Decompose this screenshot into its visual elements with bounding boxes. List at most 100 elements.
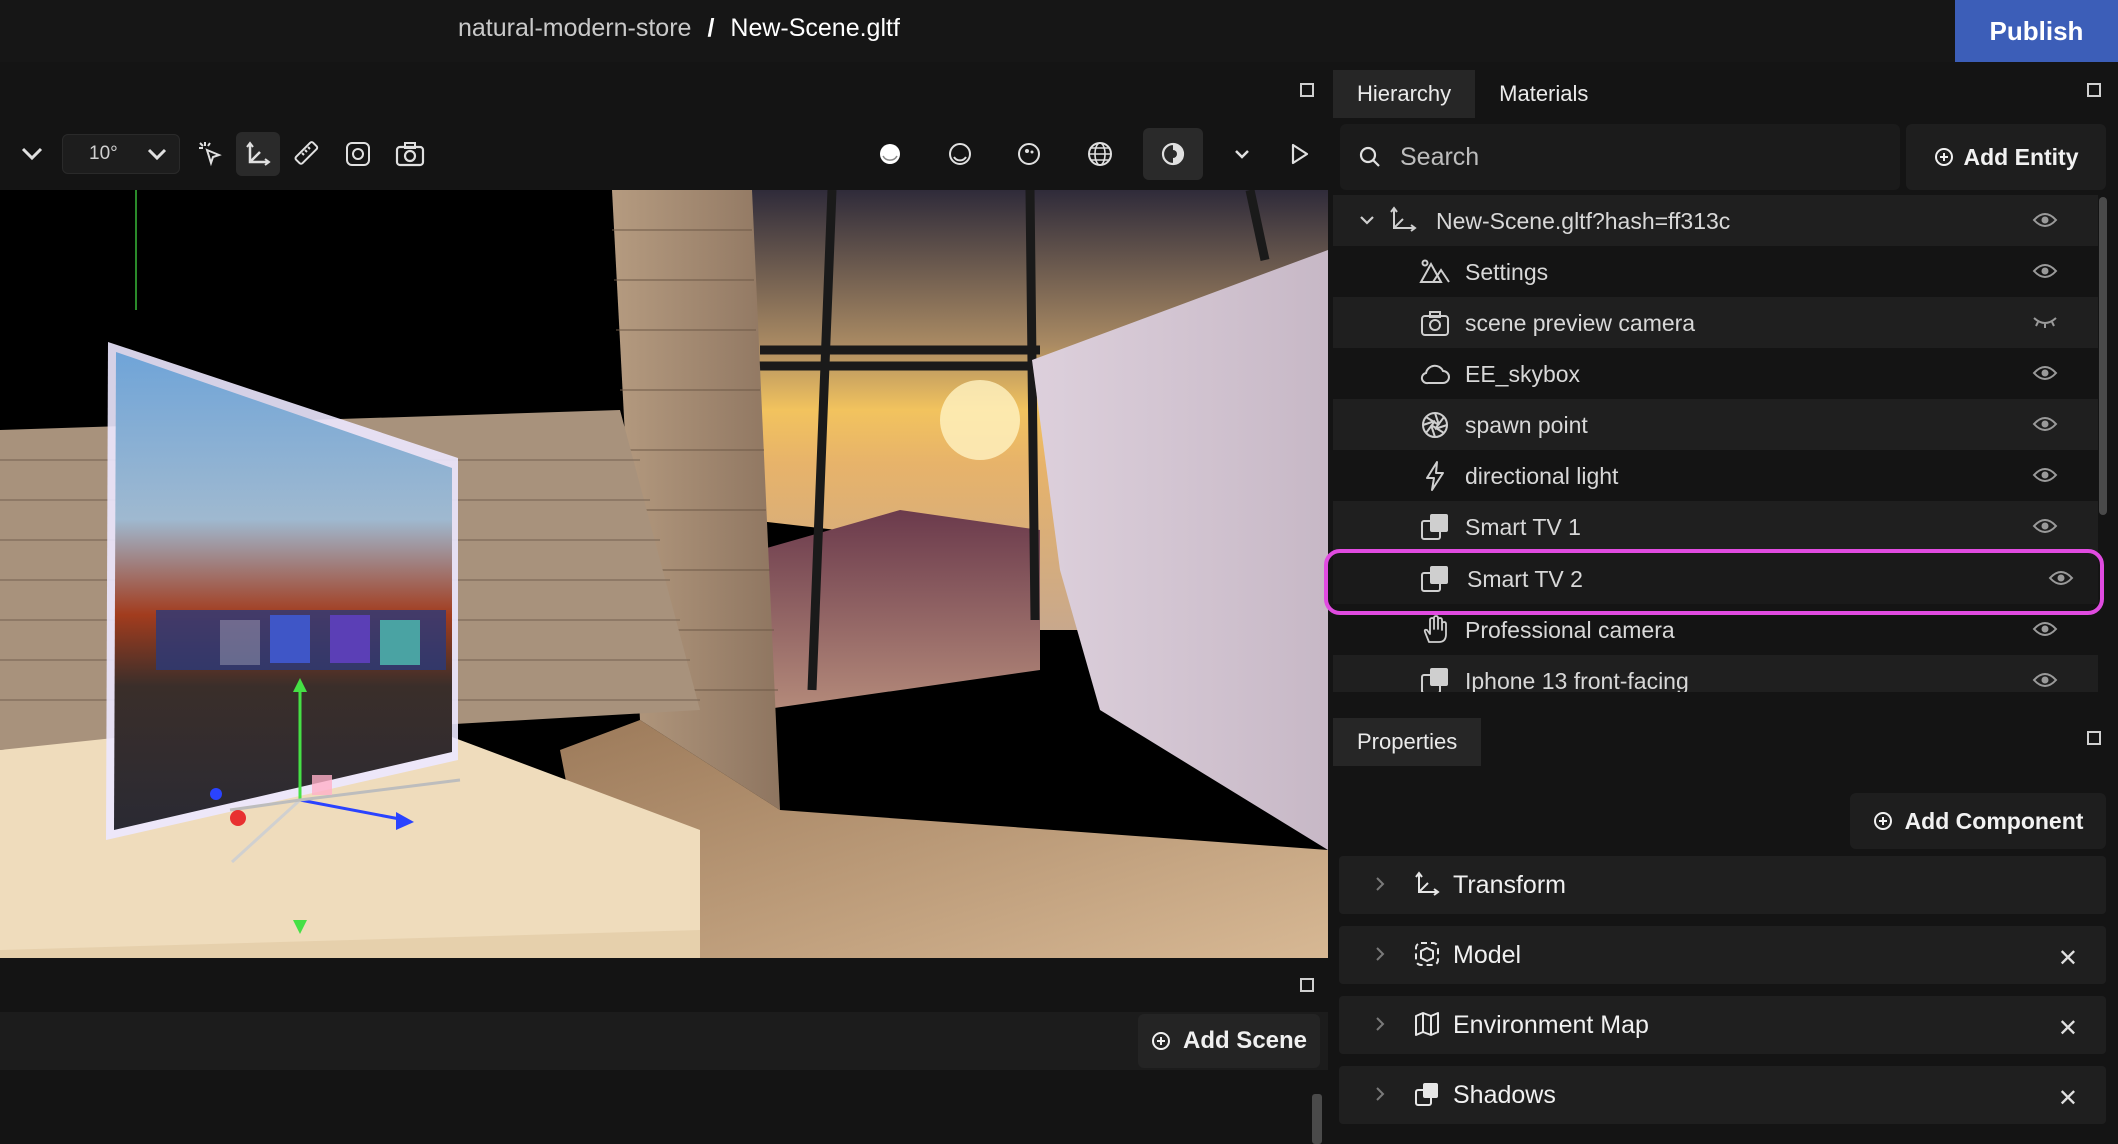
viewport-toolbar: 10° bbox=[0, 120, 1328, 190]
component-label: Environment Map bbox=[1453, 1011, 1649, 1039]
breadcrumb-project[interactable]: natural-modern-store bbox=[458, 14, 691, 42]
tree-row-iphone-13[interactable]: Iphone 13 front-facing bbox=[1333, 655, 2098, 692]
chevron-down-icon[interactable] bbox=[1220, 132, 1264, 176]
tree-row-label: EE_skybox bbox=[1465, 361, 1581, 387]
tree-row-scene-preview-camera[interactable]: scene preview camera bbox=[1333, 297, 2098, 348]
tree-row-label: Iphone 13 front-facing bbox=[1465, 668, 1689, 692]
chevron-right-icon[interactable] bbox=[1375, 1016, 1385, 1032]
component-transform[interactable]: Transform bbox=[1339, 856, 2106, 914]
scenes-bar bbox=[0, 1012, 1328, 1070]
rotation-snap-value: 10° bbox=[89, 143, 118, 164]
eye-icon[interactable] bbox=[2032, 516, 2058, 536]
chevron-down-icon bbox=[147, 148, 167, 161]
plus-circle-icon bbox=[1873, 812, 1892, 830]
top-bar bbox=[0, 0, 2118, 62]
shading-lit-icon[interactable] bbox=[1007, 132, 1051, 176]
wireframe-globe-icon[interactable] bbox=[1078, 132, 1122, 176]
tree-row-label: directional light bbox=[1465, 463, 1619, 489]
tree-row-root[interactable]: New-Scene.gltf?hash=ff313c bbox=[1333, 195, 2098, 246]
scenes-scrollbar[interactable] bbox=[1312, 1094, 1322, 1144]
component-label: Transform bbox=[1453, 871, 1566, 899]
chevron-down-icon[interactable] bbox=[10, 132, 54, 176]
publish-button[interactable]: Publish bbox=[1955, 0, 2118, 62]
model-cube-icon bbox=[1415, 942, 1439, 966]
eye-icon[interactable] bbox=[2032, 210, 2058, 230]
viewport-header bbox=[0, 68, 1328, 110]
component-shadows[interactable]: Shadows ✕ bbox=[1339, 1066, 2106, 1124]
chevron-right-icon[interactable] bbox=[1375, 1086, 1385, 1102]
hierarchy-search bbox=[1340, 124, 1900, 190]
chevron-down-icon[interactable] bbox=[1359, 215, 1375, 225]
mountains-icon bbox=[1419, 259, 1450, 283]
scene-render bbox=[0, 190, 1328, 958]
camera-icon[interactable] bbox=[388, 132, 432, 176]
axes-icon bbox=[1415, 871, 1440, 896]
eye-icon[interactable] bbox=[2032, 261, 2058, 281]
search-icon bbox=[1359, 146, 1380, 167]
tree-row-label: scene preview camera bbox=[1465, 310, 1696, 336]
tree-row-smart-tv-1[interactable]: Smart TV 1 bbox=[1333, 501, 2098, 552]
add-component-button[interactable]: Add Component bbox=[1850, 793, 2106, 849]
aperture-icon bbox=[1422, 412, 1448, 438]
eye-icon[interactable] bbox=[2032, 363, 2058, 383]
rotation-snap-select[interactable]: 10° bbox=[62, 134, 180, 174]
add-scene-button[interactable]: Add Scene bbox=[1138, 1014, 1320, 1068]
eye-icon[interactable] bbox=[2032, 465, 2058, 485]
add-entity-label: Add Entity bbox=[1963, 143, 2079, 170]
select-pointer-icon[interactable] bbox=[189, 132, 233, 176]
hierarchy-scrollbar[interactable] bbox=[2099, 197, 2107, 515]
selection-highlight bbox=[1324, 549, 2104, 615]
tree-row-settings[interactable]: Settings bbox=[1333, 246, 2098, 297]
component-label: Shadows bbox=[1453, 1081, 1556, 1109]
maximize-viewport-icon[interactable] bbox=[1300, 83, 1314, 97]
tab-properties[interactable]: Properties bbox=[1333, 718, 1482, 766]
plus-circle-icon bbox=[1151, 1032, 1170, 1050]
transform-axes-icon[interactable] bbox=[236, 132, 280, 176]
tree-row-skybox[interactable]: EE_skybox bbox=[1333, 348, 2098, 399]
eye-icon[interactable] bbox=[2032, 670, 2058, 690]
breadcrumb: natural-modern-store / New-Scene.gltf bbox=[458, 14, 900, 43]
remove-component-icon[interactable]: ✕ bbox=[2058, 944, 2078, 973]
model-icon bbox=[1421, 514, 1448, 540]
tree-row-spawn-point[interactable]: spawn point bbox=[1333, 399, 2098, 450]
eye-icon[interactable] bbox=[2032, 414, 2058, 434]
component-label: Model bbox=[1453, 941, 1522, 969]
chevron-right-icon[interactable] bbox=[1375, 876, 1385, 892]
remove-component-icon[interactable]: ✕ bbox=[2058, 1014, 2078, 1043]
model-view-icon[interactable] bbox=[336, 132, 380, 176]
maximize-properties-icon[interactable] bbox=[2087, 731, 2101, 745]
tree-row-label: Settings bbox=[1465, 259, 1549, 285]
add-scene-label: Add Scene bbox=[1182, 1027, 1308, 1054]
maximize-hierarchy-icon[interactable] bbox=[2087, 83, 2101, 97]
chevron-right-icon[interactable] bbox=[1375, 946, 1385, 962]
tree-row-label: New-Scene.gltf?hash=ff313c bbox=[1436, 208, 1731, 234]
eye-icon[interactable] bbox=[2032, 619, 2058, 639]
search-input[interactable] bbox=[1400, 142, 1860, 172]
add-entity-button[interactable]: Add Entity bbox=[1906, 124, 2106, 190]
bolt-icon bbox=[1426, 461, 1444, 491]
shading-solid-icon[interactable] bbox=[868, 132, 912, 176]
remove-component-icon[interactable]: ✕ bbox=[2058, 1084, 2078, 1113]
tree-row-directional-light[interactable]: directional light bbox=[1333, 450, 2098, 501]
tree-row-label: Professional camera bbox=[1465, 617, 1675, 643]
tab-hierarchy[interactable]: Hierarchy bbox=[1333, 70, 1476, 118]
plus-circle-icon bbox=[1934, 148, 1953, 166]
scene-viewport[interactable] bbox=[0, 190, 1328, 958]
ruler-icon[interactable] bbox=[284, 132, 328, 176]
add-component-label: Add Component bbox=[1904, 807, 2084, 834]
play-icon[interactable] bbox=[1278, 132, 1322, 176]
tab-materials[interactable]: Materials bbox=[1475, 70, 1612, 118]
eye-closed-icon[interactable] bbox=[2032, 312, 2058, 332]
model-icon bbox=[1421, 668, 1448, 692]
map-icon bbox=[1415, 1012, 1439, 1036]
hierarchy-tree: New-Scene.gltf?hash=ff313c Settings scen… bbox=[1333, 195, 2098, 692]
axes-icon bbox=[1390, 206, 1417, 232]
shading-unlit-icon[interactable] bbox=[938, 132, 982, 176]
maximize-scenes-icon[interactable] bbox=[1300, 978, 1314, 992]
render-mode-icon[interactable] bbox=[1143, 128, 1203, 180]
tree-row-label: spawn point bbox=[1465, 412, 1588, 438]
component-environment-map[interactable]: Environment Map ✕ bbox=[1339, 996, 2106, 1054]
hierarchy-tabs: Hierarchy Materials bbox=[1333, 70, 1612, 118]
component-model[interactable]: Model ✕ bbox=[1339, 926, 2106, 984]
breadcrumb-file: New-Scene.gltf bbox=[730, 14, 900, 42]
